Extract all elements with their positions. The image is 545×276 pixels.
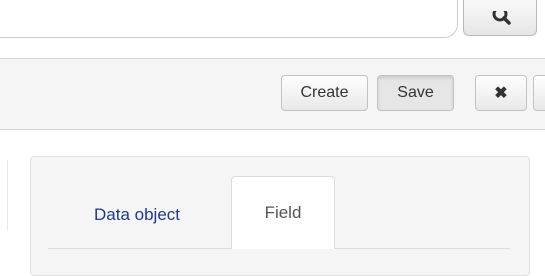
search-bar bbox=[0, 0, 545, 46]
more-button[interactable] bbox=[533, 75, 545, 111]
close-button[interactable]: ✖ bbox=[475, 75, 527, 111]
create-button[interactable]: Create bbox=[281, 75, 368, 111]
search-input[interactable] bbox=[0, 0, 458, 38]
toolbar: Create Save ✖ bbox=[0, 58, 545, 130]
tab-field[interactable]: Field bbox=[231, 176, 335, 249]
tab-data-object[interactable]: Data object bbox=[62, 195, 212, 235]
search-button[interactable] bbox=[463, 0, 537, 36]
close-icon: ✖ bbox=[494, 85, 508, 102]
sidebar-edge bbox=[0, 160, 8, 230]
save-button[interactable]: Save bbox=[377, 75, 454, 111]
search-icon bbox=[489, 11, 511, 25]
